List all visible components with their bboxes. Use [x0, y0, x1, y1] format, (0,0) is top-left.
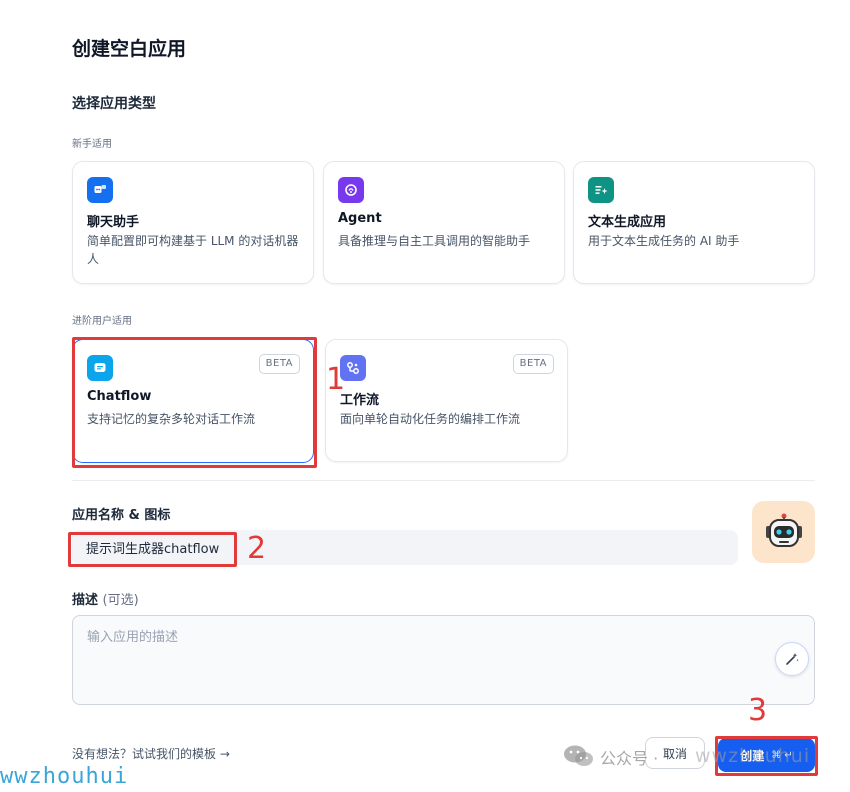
app-type-name: Agent	[338, 211, 382, 226]
wechat-icon	[564, 745, 593, 766]
optional-hint: (可选)	[102, 593, 139, 608]
robot-avatar-icon	[765, 513, 802, 547]
app-type-desc: 简单配置即可构建基于 LLM 的对话机器人	[87, 234, 299, 266]
app-type-card-workflow[interactable]: BETA 工作流 面向单轮自动化任务的编排工作流	[325, 339, 568, 462]
text-generation-icon	[588, 177, 614, 203]
description-input[interactable]	[72, 615, 815, 705]
agent-brain-icon	[338, 177, 364, 203]
app-type-card-chatflow[interactable]: BETA Chatflow 支持记忆的复杂多轮对话工作流	[72, 339, 314, 463]
app-type-desc: 支持记忆的复杂多轮对话工作流	[87, 412, 256, 426]
watermark-left-text: wwzhouhui	[0, 764, 129, 789]
annotation-number-2: 2	[247, 531, 267, 566]
watermark-wechat-text: 公众号 ·	[600, 749, 659, 768]
app-type-card-agent[interactable]: Agent 具备推理与自主工具调用的智能助手	[323, 161, 565, 284]
type-section-label: 选择应用类型	[72, 96, 156, 112]
app-type-card-chatbot[interactable]: 聊天助手 简单配置即可构建基于 LLM 的对话机器人	[72, 161, 314, 284]
app-type-name: 聊天助手	[87, 215, 140, 230]
chatflow-icon	[87, 355, 113, 381]
app-type-card-completion[interactable]: 文本生成应用 用于文本生成任务的 AI 助手	[573, 161, 815, 284]
description-label-text: 描述	[72, 593, 99, 608]
watermark-site-text: wwzhouhui	[695, 745, 811, 767]
annotation-number-1: 1	[326, 362, 346, 397]
beginner-group-label: 新手适用	[72, 139, 112, 150]
app-type-name: 工作流	[340, 393, 380, 408]
app-icon-picker[interactable]	[752, 501, 815, 563]
advanced-group-label: 进阶用户适用	[72, 316, 132, 327]
app-type-name: Chatflow	[87, 389, 152, 404]
app-type-desc: 具备推理与自主工具调用的智能助手	[338, 234, 531, 248]
description-label: 描述 (可选)	[72, 589, 139, 608]
beta-badge: BETA	[258, 354, 300, 374]
ai-generate-button[interactable]	[775, 642, 809, 676]
app-type-desc: 用于文本生成任务的 AI 助手	[588, 234, 740, 248]
beta-badge: BETA	[512, 354, 554, 374]
app-name-input[interactable]	[72, 530, 738, 565]
chat-bot-icon	[87, 177, 113, 203]
app-type-desc: 面向单轮自动化任务的编排工作流	[340, 412, 521, 426]
section-divider	[72, 480, 815, 481]
magic-wand-icon	[786, 653, 799, 665]
dialog-title: 创建空白应用	[72, 38, 187, 60]
template-link[interactable]: 没有想法？试试我们的模板 →	[72, 745, 230, 762]
app-type-name: 文本生成应用	[588, 215, 667, 230]
annotation-number-3: 3	[748, 693, 768, 728]
app-name-label: 应用名称 & 图标	[72, 508, 171, 523]
